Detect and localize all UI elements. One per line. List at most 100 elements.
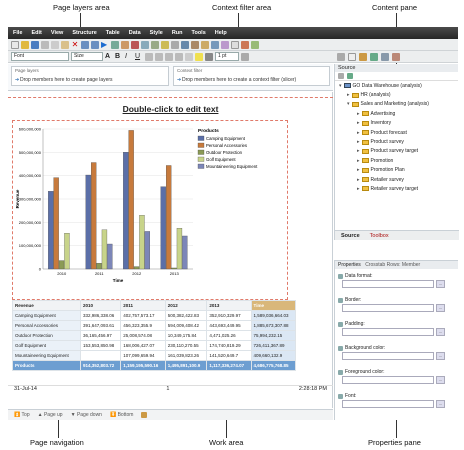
page-layers-drop-zone[interactable]: Page layers ➔ Drop members here to creat…	[11, 66, 169, 86]
bar[interactable]	[144, 231, 151, 270]
ellipsis-button[interactable]: …	[436, 376, 445, 384]
chart-icon[interactable]	[151, 40, 159, 49]
cell[interactable]: 107,099,659.94	[120, 350, 166, 361]
property-input[interactable]	[342, 328, 434, 336]
row-header[interactable]: Mountaineering Equipment	[12, 350, 81, 361]
cell[interactable]: 75,994,232.15	[250, 330, 297, 341]
cut-icon[interactable]	[41, 40, 49, 49]
edit-icon[interactable]	[141, 412, 148, 418]
size-select[interactable]: Size	[71, 52, 103, 61]
menu-item-style[interactable]: Style	[150, 30, 163, 36]
justify-icon[interactable]	[175, 52, 183, 61]
property-input[interactable]	[342, 280, 434, 288]
bar[interactable]	[133, 266, 140, 270]
cell[interactable]: 594,009,408.42	[164, 320, 208, 331]
work-area[interactable]: Double-click to edit text 600,000,000 500…	[8, 92, 333, 408]
cell[interactable]: 352,910,329.97	[206, 310, 252, 321]
menu-item-view[interactable]: View	[51, 30, 63, 36]
bottom-button[interactable]: ⏬ Bottom	[110, 412, 133, 418]
ellipsis-button[interactable]: …	[436, 352, 445, 360]
page-up-button[interactable]: ▲ Page up	[38, 412, 63, 418]
crosstab[interactable]: Revenue 2010 2011 2012 2013 Time Camping Equip…	[12, 300, 297, 371]
cell[interactable]: 402,757,573.17	[120, 310, 166, 321]
bar[interactable]	[165, 165, 172, 270]
tree-item[interactable]: ▸ Retailer survey	[339, 175, 458, 184]
property-input[interactable]	[342, 304, 434, 312]
line-width-select[interactable]: 1 pt	[215, 52, 239, 61]
cell[interactable]: 456,323,355.9	[120, 320, 166, 331]
conditional-style-icon[interactable]	[221, 40, 229, 49]
chart-container[interactable]: 600,000,000 500,000,000 400,000,000 300,000…	[12, 120, 288, 300]
bar[interactable]	[85, 174, 91, 270]
filter-icon[interactable]	[121, 40, 129, 49]
row-header[interactable]: Outdoor Protection	[12, 330, 81, 341]
insert-table-icon[interactable]	[181, 40, 189, 49]
cell[interactable]: 726,411,367.89	[250, 340, 297, 351]
bar[interactable]	[107, 243, 113, 270]
background-color-icon[interactable]	[195, 52, 203, 61]
cell[interactable]: 4,686,775,768.85	[250, 360, 297, 371]
bar[interactable]	[160, 186, 166, 270]
cell[interactable]: 174,740,819.29	[206, 340, 252, 351]
bar[interactable]	[123, 152, 129, 270]
tree-item[interactable]: ▸ Product forecast	[339, 128, 458, 137]
top-button[interactable]: ⏫ Top	[14, 412, 30, 418]
cell[interactable]: 141,520,649.7	[206, 350, 252, 361]
tree-item[interactable]: ▸ Promotion	[339, 156, 458, 165]
cell[interactable]: 1,589,036,664.03	[250, 310, 297, 321]
group-icon[interactable]	[171, 40, 179, 49]
bar[interactable]	[96, 263, 102, 270]
font-color-icon[interactable]: A	[105, 53, 113, 61]
context-filter-drop-zone[interactable]: Context filter ➔ Drop members here to cr…	[173, 66, 330, 86]
cell[interactable]: 153,553,850.98	[79, 340, 122, 351]
explore-icon[interactable]	[251, 40, 259, 49]
cell[interactable]: 391,647,093.61	[79, 320, 122, 331]
cell[interactable]: 36,165,456.97	[79, 330, 122, 341]
pane-icon[interactable]	[392, 52, 400, 61]
bar[interactable]	[171, 267, 177, 270]
menu-item-edit[interactable]: Edit	[31, 30, 41, 36]
page-down-button[interactable]: ▼ Page down	[71, 412, 102, 418]
property-input[interactable]	[342, 400, 434, 408]
tree-item[interactable]: ▸ HR (analysis)	[339, 90, 458, 99]
cell[interactable]: 500,382,422.83	[164, 310, 208, 321]
row-header[interactable]: Camping Equipment	[12, 310, 81, 321]
table-icon[interactable]	[231, 40, 239, 49]
menu-item-structure[interactable]: Structure	[72, 30, 96, 36]
tab-source[interactable]: Source	[341, 233, 360, 239]
run-icon[interactable]: ▶	[101, 40, 109, 49]
cell[interactable]: 2011	[120, 300, 166, 311]
menu-item-help[interactable]: Help	[215, 30, 227, 36]
cell[interactable]: 1,495,891,100.9	[164, 360, 208, 371]
bar[interactable]	[91, 162, 97, 270]
calculate-icon[interactable]	[201, 40, 209, 49]
ellipsis-button[interactable]: …	[436, 328, 445, 336]
view-icon[interactable]	[338, 73, 344, 79]
menu-item-data[interactable]: Data	[129, 30, 141, 36]
visibility-icon[interactable]	[370, 52, 378, 61]
align-left-icon[interactable]	[145, 52, 153, 61]
ellipsis-button[interactable]: …	[436, 280, 445, 288]
align-right-icon[interactable]	[165, 52, 173, 61]
tab-toolbox[interactable]: Toolbox	[370, 233, 389, 239]
tree-item[interactable]: ▸ Inventory	[339, 119, 458, 128]
cell[interactable]: 332,986,338.06	[79, 310, 122, 321]
underline-icon[interactable]: U	[135, 53, 143, 61]
open-icon[interactable]	[21, 40, 29, 49]
property-input[interactable]	[342, 352, 434, 360]
dock-icon[interactable]	[381, 52, 389, 61]
tree-item[interactable]: ▸ Retailer survey target	[339, 184, 458, 193]
cell[interactable]: 25,008,574.08	[120, 330, 166, 341]
cell[interactable]: 161,039,823.26	[164, 350, 208, 361]
bold-icon[interactable]: B	[115, 53, 123, 61]
pencil-icon[interactable]	[359, 52, 367, 61]
cell[interactable]: 1,159,195,590.16	[120, 360, 166, 371]
cell[interactable]	[79, 350, 122, 361]
bar[interactable]	[64, 233, 70, 270]
layout-icon[interactable]	[337, 52, 345, 61]
lock-icon[interactable]	[191, 40, 199, 49]
tree-item[interactable]: ▸ Product survey target	[339, 147, 458, 156]
ellipsis-button[interactable]: …	[436, 400, 445, 408]
tree-item[interactable]: ▸ Promotion Plan	[339, 166, 458, 175]
cell[interactable]: 409,660,132.9	[250, 350, 297, 361]
